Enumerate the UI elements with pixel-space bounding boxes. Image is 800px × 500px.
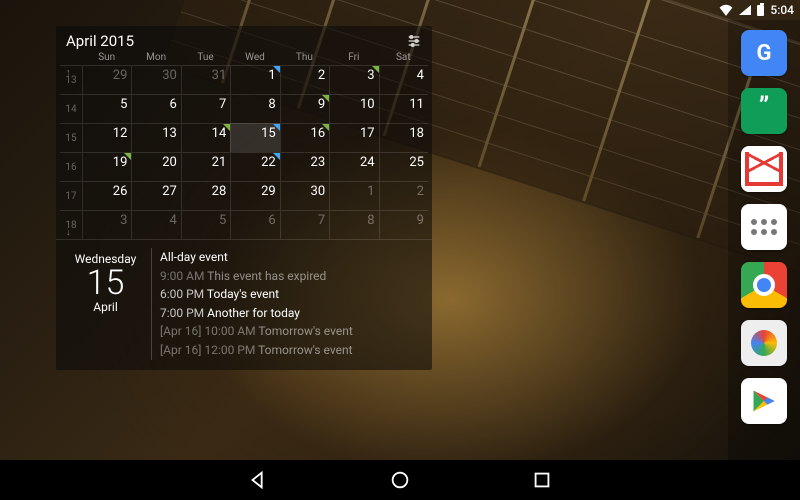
calendar-day[interactable]: 1 — [230, 65, 279, 94]
app-drawer[interactable] — [741, 204, 787, 250]
calendar-day[interactable]: 30 — [280, 181, 329, 210]
calendar-grid: 13↑2930311234145678910111512131415161718… — [56, 65, 432, 239]
calendar-day[interactable]: 2 — [280, 65, 329, 94]
event-marker — [322, 95, 329, 102]
app-google[interactable]: G — [741, 30, 787, 76]
event-marker — [273, 153, 280, 160]
week-number: 18↓ — [60, 210, 82, 239]
calendar-day[interactable]: 23 — [280, 152, 329, 181]
week-number: 14 — [60, 94, 82, 123]
event-marker — [124, 153, 131, 160]
event-marker — [322, 124, 329, 131]
calendar-day[interactable]: 10 — [329, 94, 378, 123]
app-play-store[interactable] — [741, 378, 787, 424]
event-marker — [223, 124, 230, 131]
calendar-day[interactable]: 14 — [181, 123, 230, 152]
calendar-day[interactable]: 22 — [230, 152, 279, 181]
cell-signal-icon — [739, 5, 751, 15]
calendar-day[interactable]: 3 — [329, 65, 378, 94]
calendar-day[interactable]: 3 — [82, 210, 131, 239]
calendar-day[interactable]: 8 — [230, 94, 279, 123]
battery-icon — [757, 5, 764, 16]
week-number: 16 — [60, 152, 82, 181]
week-number: 17 — [60, 181, 82, 210]
week-number: 15 — [60, 123, 82, 152]
settings-icon[interactable] — [406, 33, 422, 49]
agenda-event[interactable]: 7:00 PM Another for today — [160, 304, 420, 323]
calendar-day[interactable]: 20 — [131, 152, 180, 181]
calendar-day[interactable]: 2 — [379, 181, 428, 210]
calendar-day[interactable]: 1 — [329, 181, 378, 210]
calendar-day[interactable]: 4 — [379, 65, 428, 94]
app-dock: G — [728, 20, 800, 460]
agenda-event[interactable]: 6:00 PM Today's event — [160, 285, 420, 304]
calendar-day[interactable]: 5 — [181, 210, 230, 239]
calendar-day[interactable]: 15 — [230, 123, 279, 152]
calendar-day[interactable]: 29 — [82, 65, 131, 94]
calendar-day[interactable]: 12 — [82, 123, 131, 152]
agenda-list[interactable]: All-day event9:00 AM This event has expi… — [152, 248, 428, 360]
calendar-day[interactable]: 7 — [280, 210, 329, 239]
calendar-day[interactable]: 9 — [280, 94, 329, 123]
status-time: 5:04 — [770, 3, 794, 17]
agenda-event[interactable]: All-day event — [160, 248, 420, 267]
calendar-day[interactable]: 19 — [82, 152, 131, 181]
app-gmail[interactable] — [741, 146, 787, 192]
calendar-day[interactable]: 24 — [329, 152, 378, 181]
calendar-day[interactable]: 25 — [379, 152, 428, 181]
agenda-date: Wednesday 15 April — [60, 248, 152, 360]
calendar-day[interactable]: 21 — [181, 152, 230, 181]
calendar-day[interactable]: 28 — [181, 181, 230, 210]
calendar-day[interactable]: 4 — [131, 210, 180, 239]
calendar-title: April 2015 — [66, 32, 134, 50]
calendar-day[interactable]: 16 — [280, 123, 329, 152]
agenda: Wednesday 15 April All-day event9:00 AM … — [56, 239, 432, 370]
calendar-day[interactable]: 29 — [230, 181, 279, 210]
calendar-day[interactable]: 30 — [131, 65, 180, 94]
nav-home[interactable] — [389, 469, 411, 491]
calendar-dow-row: SunMon TueWed ThuFri Sat — [56, 52, 432, 65]
nav-recent[interactable] — [531, 469, 553, 491]
calendar-day[interactable]: 6 — [230, 210, 279, 239]
event-marker — [372, 66, 379, 73]
agenda-event[interactable]: [Apr 16] 10:00 AM Tomorrow's event — [160, 322, 420, 341]
agenda-event[interactable]: 9:00 AM This event has expired — [160, 267, 420, 286]
agenda-event[interactable]: [Apr 16] 12:00 PM Tomorrow's event — [160, 341, 420, 360]
week-number: 13↑ — [60, 65, 82, 94]
calendar-day[interactable]: 26 — [82, 181, 131, 210]
calendar-day[interactable]: 11 — [379, 94, 428, 123]
calendar-widget[interactable]: April 2015 SunMon TueWed ThuFri Sat 13↑2… — [56, 26, 432, 370]
nav-back[interactable] — [247, 469, 269, 491]
app-chrome[interactable] — [741, 262, 787, 308]
app-camera[interactable] — [741, 320, 787, 366]
calendar-day[interactable]: 7 — [181, 94, 230, 123]
calendar-day[interactable]: 9 — [379, 210, 428, 239]
calendar-day[interactable]: 17 — [329, 123, 378, 152]
calendar-day[interactable]: 5 — [82, 94, 131, 123]
event-marker — [273, 66, 280, 73]
calendar-day[interactable]: 13 — [131, 123, 180, 152]
calendar-day[interactable]: 27 — [131, 181, 180, 210]
wifi-icon — [719, 4, 733, 16]
status-bar: 5:04 — [0, 0, 800, 20]
calendar-day[interactable]: 31 — [181, 65, 230, 94]
app-hangouts[interactable] — [741, 88, 787, 134]
calendar-day[interactable]: 8 — [329, 210, 378, 239]
calendar-day[interactable]: 6 — [131, 94, 180, 123]
event-marker — [273, 124, 280, 131]
nav-bar — [0, 460, 800, 500]
calendar-day[interactable]: 18 — [379, 123, 428, 152]
